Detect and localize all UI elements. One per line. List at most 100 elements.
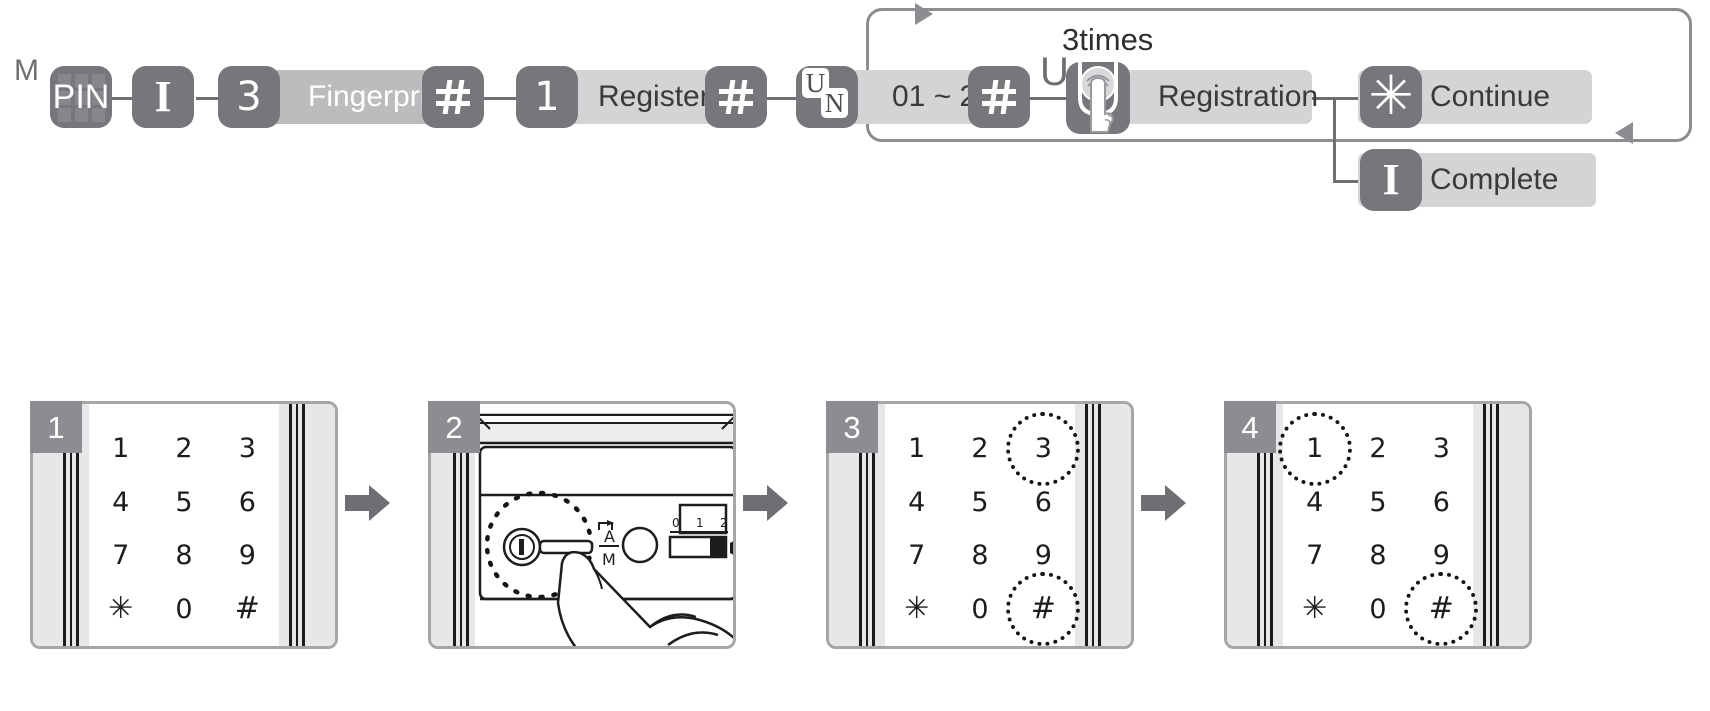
fingerprint-scan-icon[interactable]	[1066, 62, 1130, 134]
side-band-right	[1075, 404, 1131, 646]
keypad-key-label: ✳	[904, 591, 930, 627]
keypad-key-highlighted[interactable]: #	[1006, 572, 1081, 646]
keypad-key[interactable]: ✳	[1283, 583, 1346, 637]
keypad-key[interactable]: 6	[1012, 476, 1075, 530]
keypad-key[interactable]: 0	[948, 583, 1011, 637]
loop-arrow-forward-icon	[915, 3, 933, 25]
badge-n-label: N	[821, 88, 848, 118]
keypad-key[interactable]: 2	[152, 422, 215, 476]
edge-stripe	[1483, 404, 1486, 646]
keypad-key[interactable]: 8	[948, 529, 1011, 583]
keypad-key-label: ✳	[108, 591, 134, 627]
keypad-grid-area: 1 2 3 4 5 6 7 8 9 ✳ 0 #	[885, 404, 1081, 646]
register-button-icon[interactable]: I	[1360, 149, 1422, 211]
keypad-key[interactable]: ✳	[89, 583, 152, 637]
loop-arrow-back-icon	[1615, 122, 1633, 144]
keypad-key-label: 5	[175, 486, 193, 518]
keypad-grid-area: 1 2 3 4 5 6 7 8 9 ✳ 0 #	[89, 404, 279, 646]
connector-line	[1312, 97, 1360, 100]
hash-key[interactable]	[705, 66, 767, 128]
edge-stripe	[1490, 404, 1492, 646]
pin-key-label: PIN	[52, 78, 110, 116]
keypad-key-label: 7	[112, 540, 130, 572]
hash-key[interactable]	[968, 66, 1030, 128]
keypad-key[interactable]: #	[216, 583, 279, 637]
keypad-key-highlighted[interactable]: 3	[1006, 411, 1081, 486]
keypad-grid: 1 2 3 4 5 6 7 8 9 ✳ 0 #	[89, 422, 279, 636]
keypad-key-highlighted[interactable]: #	[1404, 572, 1479, 646]
keypad-key[interactable]: 3	[1410, 422, 1473, 476]
keypad-key[interactable]: 5	[1346, 476, 1409, 530]
star-key[interactable]: ✳	[1360, 66, 1422, 128]
keypad-key-label: 4	[1306, 486, 1324, 518]
user-prefix-label: U	[1040, 50, 1069, 94]
edge-stripe	[296, 404, 298, 646]
digit-3-label: 3	[236, 74, 262, 120]
keypad-key-label: 3	[238, 433, 256, 465]
keypad-key[interactable]: 6	[216, 476, 279, 530]
keypad-key-label: #	[234, 591, 260, 627]
step-arrow-icon	[1141, 483, 1187, 523]
panel-number-badge: 4	[1224, 401, 1276, 453]
keypad-key[interactable]: 7	[885, 529, 948, 583]
keypad-key[interactable]: 0	[152, 583, 215, 637]
step-panel-2: A M 0 1 2 2	[418, 395, 738, 650]
user-number-badges: U N	[802, 68, 850, 120]
keypad-key[interactable]: 4	[1283, 476, 1346, 530]
keypad-key-label: 0	[971, 593, 989, 625]
keypad-key-label: 0	[175, 593, 193, 625]
keypad-grid-area: 1 2 3 4 5 6 7 8 9 ✳ 0 #	[1277, 404, 1479, 646]
keypad-key-label: 2	[971, 433, 989, 465]
pin-keypad-icon[interactable]: PIN	[50, 66, 112, 128]
keypad-key-label: 5	[971, 486, 989, 518]
keypad-key[interactable]: 8	[1346, 529, 1409, 583]
keypad-key-label: 9	[238, 540, 256, 572]
keypad-key[interactable]: 4	[89, 476, 152, 530]
side-band-right	[279, 404, 335, 646]
flow-diagram: M Fingerprint Register 01 ~ 20 Registrat…	[0, 0, 1710, 230]
edge-stripe	[289, 404, 292, 646]
fingerprint-finger-svg	[1078, 62, 1118, 133]
keypad-key[interactable]: 0	[1346, 583, 1409, 637]
keypad-key[interactable]: 1	[885, 422, 948, 476]
keypad-key-highlighted[interactable]: 1	[1277, 411, 1352, 486]
step-panel-1: 1 2 3 4 5 6 7 8 9 ✳ 0 # 1	[20, 395, 340, 650]
keypad-key-label: 6	[1432, 486, 1450, 518]
digit-1-key[interactable]: 1	[516, 66, 578, 128]
keypad-key-label: 9	[1432, 540, 1450, 572]
keypad-key[interactable]: 9	[216, 529, 279, 583]
highlight-circle-icon	[1404, 572, 1479, 646]
keypad-key[interactable]: 2	[948, 422, 1011, 476]
keypad-key[interactable]: 4	[885, 476, 948, 530]
keypad-key[interactable]: 5	[948, 476, 1011, 530]
keypad-key-label: 2	[175, 433, 193, 465]
keypad-grid: 1 2 3 4 5 6 7 8 9 ✳ 0 #	[1277, 411, 1479, 646]
keypad-key[interactable]: 3	[216, 422, 279, 476]
keypad-key[interactable]: 1	[89, 422, 152, 476]
register-label: Register	[598, 80, 710, 113]
step-panel-3: 1 2 3 4 5 6 7 8 9 ✳ 0 # 3	[816, 395, 1136, 650]
continue-label: Continue	[1430, 80, 1551, 113]
connector-line-vertical	[1333, 97, 1336, 182]
hash-key[interactable]	[422, 66, 484, 128]
keypad-key[interactable]: 5	[152, 476, 215, 530]
keypad-key[interactable]: ✳	[885, 583, 948, 637]
keypad-key[interactable]: 7	[1283, 529, 1346, 583]
digit-3-key[interactable]: 3	[218, 66, 280, 128]
keypad-key[interactable]: 6	[1410, 476, 1473, 530]
panel-number-badge: 1	[30, 401, 82, 453]
keypad-grid: 1 2 3 4 5 6 7 8 9 ✳ 0 #	[885, 411, 1081, 646]
keypad-key-label: 2	[1369, 433, 1387, 465]
side-band-right	[1473, 404, 1529, 646]
keypad-key-label: 7	[908, 540, 926, 572]
keypad-key[interactable]: 2	[1346, 422, 1409, 476]
panel-number-badge: 3	[826, 401, 878, 453]
svg-text:M: M	[602, 550, 616, 569]
register-button-icon[interactable]: I	[132, 66, 194, 128]
keypad-key[interactable]: 8	[152, 529, 215, 583]
inner-panel-illustration: A M 0 1 2	[444, 413, 733, 646]
keypad-key-label: 4	[112, 486, 130, 518]
keypad-key[interactable]: 7	[89, 529, 152, 583]
repeat-times-label: 3times	[1062, 22, 1154, 57]
user-number-icon[interactable]: U N	[796, 66, 858, 128]
